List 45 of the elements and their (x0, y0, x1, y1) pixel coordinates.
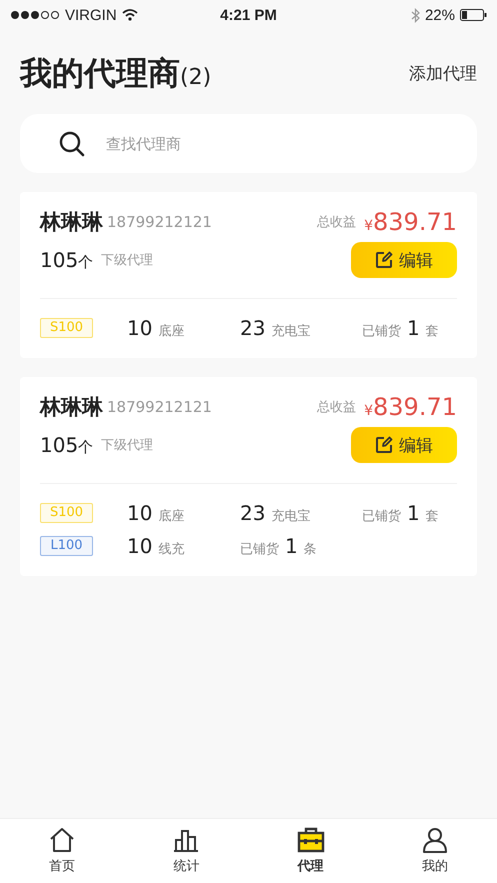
phone-number: 18799212121 (107, 213, 212, 232)
wifi-icon (122, 9, 138, 21)
stock-stat: 10 底座 (127, 500, 186, 525)
page-title: 我的代理商(2) (20, 54, 212, 92)
agent-name: 林琳琳 (40, 394, 103, 422)
battery-icon (460, 9, 487, 21)
edit-button[interactable]: 编辑 (351, 242, 457, 278)
product-tag: S100 (40, 502, 93, 523)
tab-item[interactable]: 我的 (372, 819, 497, 883)
edit-icon (375, 436, 393, 454)
earnings-amount: ¥839.71 (364, 208, 457, 236)
sub-agent-label: 下级代理 (101, 437, 154, 454)
signal-icon (10, 10, 60, 20)
earnings-amount: ¥839.71 (364, 393, 457, 422)
stock-stat: 23 充电宝 (240, 316, 312, 340)
sub-agent-count: 105个 (40, 433, 94, 458)
tab-item[interactable]: 代理 (248, 819, 373, 883)
product-tag: L100 (40, 536, 93, 556)
person-icon (422, 827, 448, 853)
stock-stat: 已铺货 1 套 (362, 316, 440, 340)
battery-percent: 22% (424, 6, 455, 24)
carrier-name: VIRGIN (65, 6, 117, 24)
tab-item[interactable]: 统计 (124, 819, 248, 883)
stock-stat: 23 充电宝 (240, 500, 312, 525)
earnings-label: 总收益 (317, 214, 356, 232)
search-field[interactable]: 查找代理商 (20, 114, 477, 174)
stock-stat: 10 底座 (127, 316, 186, 340)
tab-item[interactable]: 首页 (0, 819, 124, 883)
product-tag: S100 (40, 318, 93, 338)
add-agent-link[interactable]: 添加代理 (409, 62, 477, 85)
agent-name: 林琳琳 (40, 209, 103, 236)
edit-button[interactable]: 编辑 (351, 427, 457, 464)
home-icon (49, 827, 76, 853)
bluetooth-icon (410, 8, 420, 22)
briefcase-icon (296, 827, 325, 853)
bar-chart-icon (173, 827, 200, 853)
stock-stat: 已铺货 1 套 (362, 500, 440, 525)
edit-icon (375, 251, 393, 270)
stock-stat: 10 线充 (127, 534, 186, 558)
phone-number: 18799212121 (107, 398, 212, 416)
sub-agent-count: 105个 (40, 248, 94, 272)
earnings-label: 总收益 (317, 399, 356, 416)
sub-agent-label: 下级代理 (101, 252, 154, 270)
clock-time: 4:21 PM (220, 6, 277, 24)
stock-stat: 已铺货 1 条 (240, 534, 318, 558)
